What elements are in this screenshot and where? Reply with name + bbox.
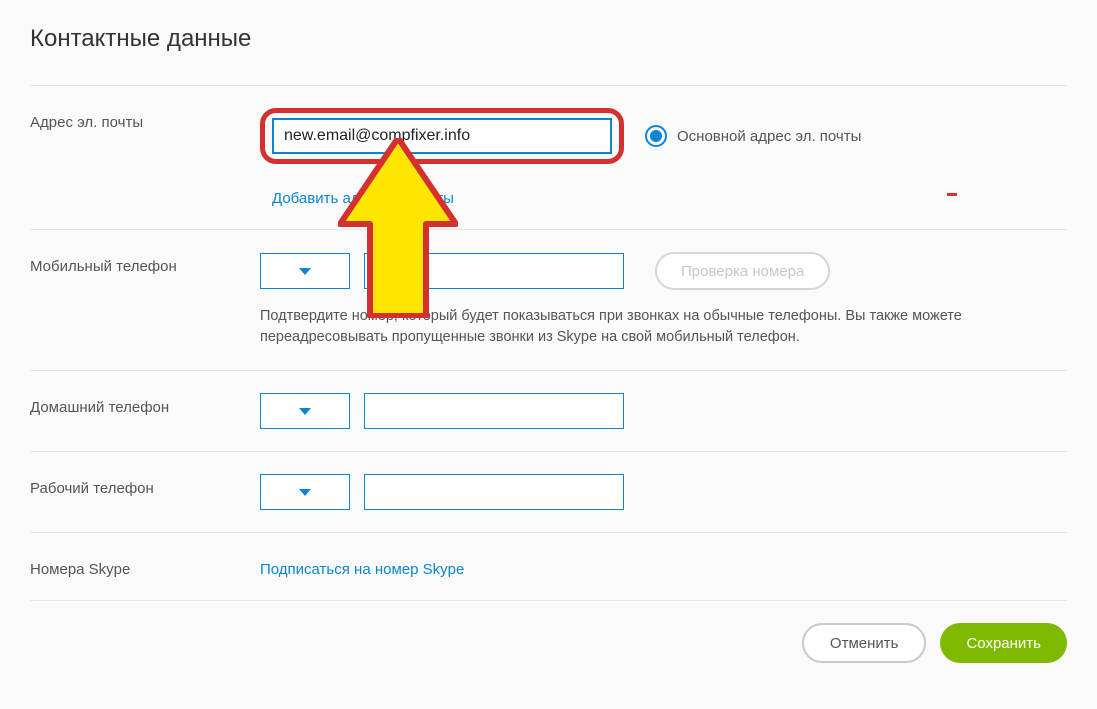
skype-numbers-label: Номера Skype <box>30 555 260 578</box>
work-phone-label: Рабочий телефон <box>30 474 260 497</box>
mobile-country-select[interactable] <box>260 253 350 289</box>
email-highlight <box>260 108 624 164</box>
home-country-select[interactable] <box>260 393 350 429</box>
mobile-label: Мобильный телефон <box>30 252 260 275</box>
annotation-mark <box>947 193 957 196</box>
page-title: Контактные данные <box>30 25 1067 53</box>
skype-numbers-row: Номера Skype Подписаться на номер Skype <box>30 532 1067 600</box>
cancel-button[interactable]: Отменить <box>802 623 927 663</box>
chevron-down-icon <box>299 489 311 496</box>
email-row: Адрес эл. почты Основной адрес эл. почты… <box>30 85 1067 229</box>
home-number-input[interactable] <box>364 393 624 429</box>
mobile-row: Мобильный телефон Проверка номера Подтве… <box>30 229 1067 370</box>
email-input[interactable] <box>272 118 612 154</box>
email-label: Адрес эл. почты <box>30 108 260 131</box>
chevron-down-icon <box>299 408 311 415</box>
primary-email-label: Основной адрес эл. почты <box>677 128 861 145</box>
form-buttons: Отменить Сохранить <box>30 600 1067 663</box>
mobile-hint: Подтвердите номер, который будет показыв… <box>260 306 1050 348</box>
home-phone-label: Домашний телефон <box>30 393 260 416</box>
subscribe-skype-number-link[interactable]: Подписаться на номер Skype <box>260 555 1067 578</box>
home-phone-row: Домашний телефон <box>30 370 1067 451</box>
chevron-down-icon <box>299 268 311 275</box>
mobile-number-input[interactable] <box>364 253 624 289</box>
work-number-input[interactable] <box>364 474 624 510</box>
work-country-select[interactable] <box>260 474 350 510</box>
verify-number-button[interactable]: Проверка номера <box>655 252 830 290</box>
save-button[interactable]: Сохранить <box>940 623 1067 663</box>
primary-email-radio[interactable]: Основной адрес эл. почты <box>645 125 861 147</box>
work-phone-row: Рабочий телефон <box>30 451 1067 532</box>
radio-icon <box>645 125 667 147</box>
add-email-link[interactable]: Добавить адрес эл. почты <box>260 168 1067 207</box>
